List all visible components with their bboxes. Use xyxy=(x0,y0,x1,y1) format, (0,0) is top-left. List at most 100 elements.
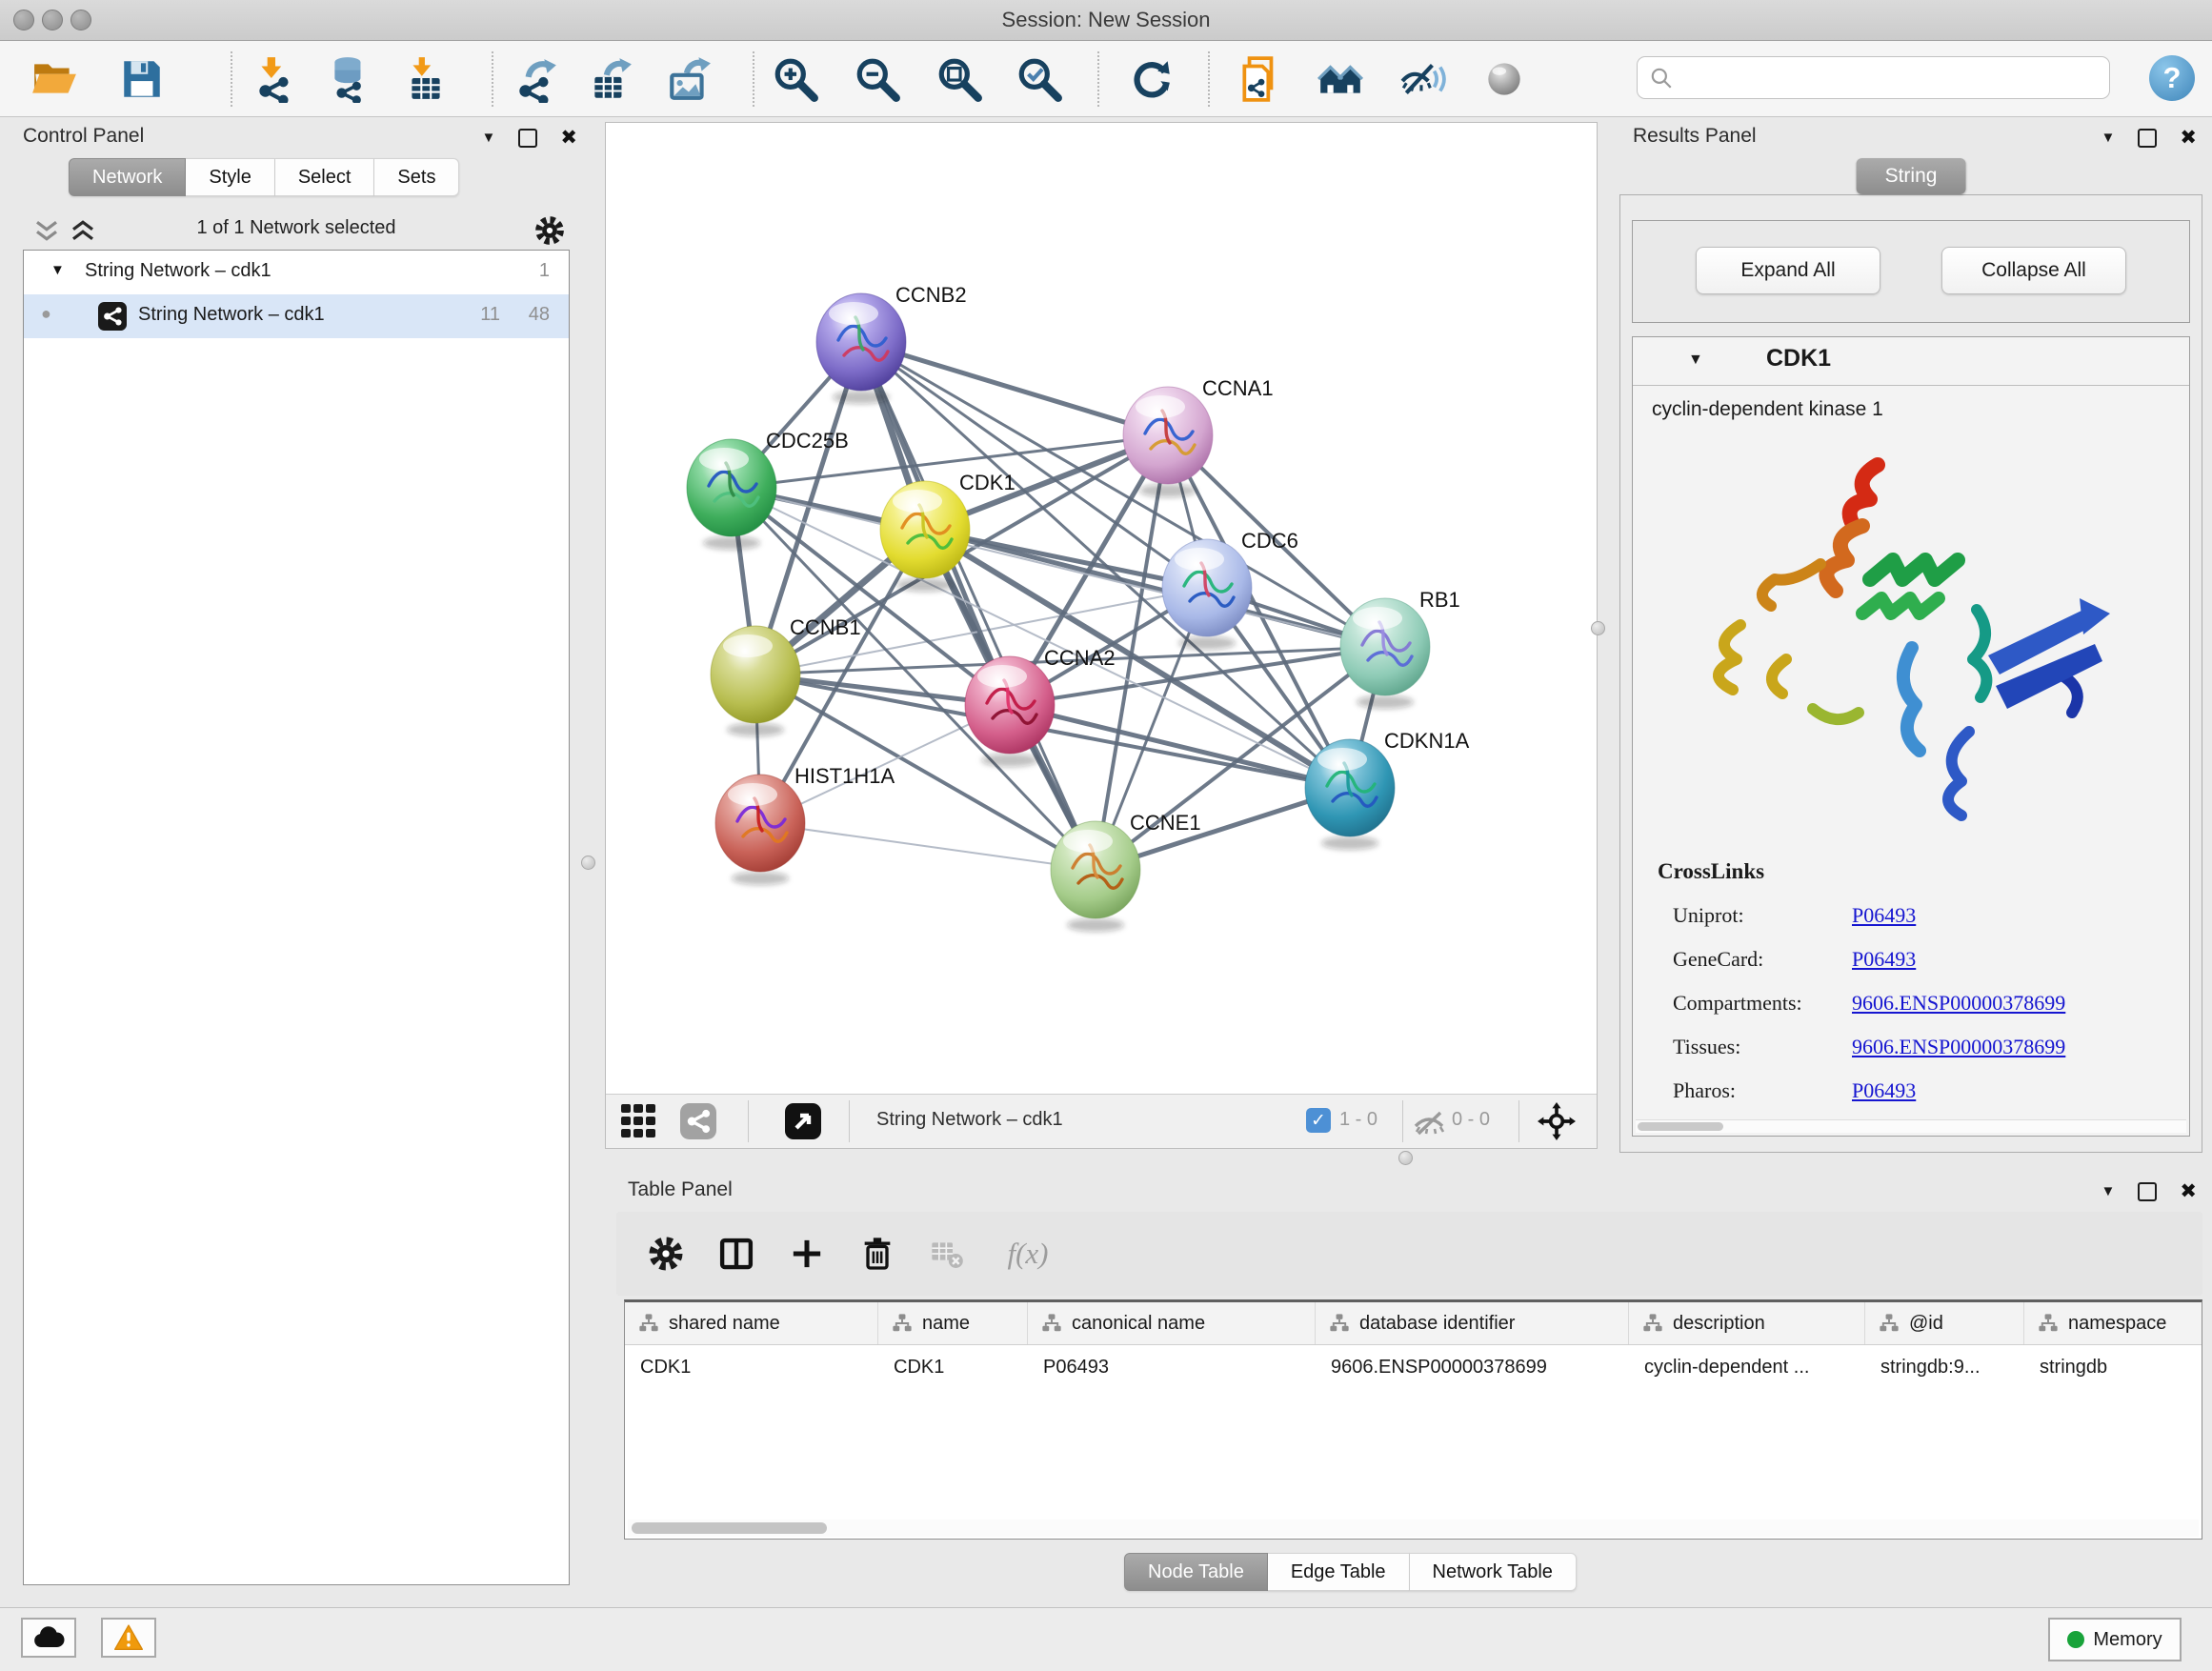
network-collection-row[interactable]: ▼ String Network – cdk1 1 xyxy=(24,251,569,294)
horizontal-splitter-handle[interactable] xyxy=(1398,1151,1413,1165)
move-crosshair-icon[interactable] xyxy=(1538,1102,1576,1140)
gear-icon[interactable] xyxy=(533,214,566,247)
import-network-button[interactable] xyxy=(250,53,301,105)
network-row-selected[interactable]: ● String Network – cdk1 11 48 xyxy=(24,294,569,338)
network-badge-button[interactable] xyxy=(680,1103,716,1139)
network-node-CCNB2[interactable]: CCNB2 xyxy=(816,283,967,404)
network-edge[interactable] xyxy=(861,342,1096,870)
crosslink-value-link[interactable]: P06493 xyxy=(1852,903,1916,928)
panel-close-icon[interactable]: ✖ xyxy=(2180,126,2197,150)
tab-network[interactable]: Network xyxy=(69,158,186,196)
section-collapse-icon[interactable]: ▼ xyxy=(1688,352,1703,369)
vertical-splitter-handle[interactable] xyxy=(1591,621,1605,635)
panel-close-icon[interactable]: ✖ xyxy=(2180,1179,2197,1203)
import-table-button[interactable] xyxy=(400,53,452,105)
cloud-button[interactable] xyxy=(21,1618,76,1658)
delete-column-button[interactable] xyxy=(853,1229,902,1278)
birds-eye-view-button[interactable] xyxy=(785,1103,821,1139)
home-networks-button[interactable] xyxy=(1315,53,1366,105)
table-row[interactable]: CDK1CDK1P064939606.ENSP00000378699cyclin… xyxy=(625,1345,2202,1389)
table-cell[interactable]: CDK1 xyxy=(878,1345,1028,1389)
warnings-button[interactable] xyxy=(101,1618,156,1658)
network-node-CDKN1A[interactable]: CDKN1A xyxy=(1305,729,1470,850)
tree-expand-icon[interactable]: ▼ xyxy=(50,262,65,278)
scrollbar-thumb[interactable] xyxy=(1638,1122,1723,1131)
column-header-namespace[interactable]: namespace xyxy=(2024,1302,2202,1344)
show-columns-button[interactable] xyxy=(712,1229,761,1278)
tab-network-table[interactable]: Network Table xyxy=(1410,1553,1577,1591)
column-header-shared-name[interactable]: shared name xyxy=(625,1302,878,1344)
table-horizontal-scrollbar[interactable] xyxy=(628,1520,2199,1537)
collapse-all-button[interactable]: Collapse All xyxy=(1941,247,2126,294)
panel-float-icon[interactable] xyxy=(518,129,537,148)
table-cell[interactable]: cyclin-dependent ... xyxy=(1629,1345,1865,1389)
tab-node-table[interactable]: Node Table xyxy=(1124,1553,1268,1591)
crosslink-value-link[interactable]: 9606.ENSP00000378699 xyxy=(1852,991,2065,1016)
network-node-HIST1H1A[interactable]: HIST1H1A xyxy=(715,764,895,885)
network-node-RB1[interactable]: RB1 xyxy=(1340,588,1460,709)
selected-nodes-checkbox[interactable]: ✓ xyxy=(1306,1108,1331,1133)
table-cell[interactable]: P06493 xyxy=(1028,1345,1316,1389)
open-session-button[interactable] xyxy=(29,53,80,105)
save-session-button[interactable] xyxy=(116,53,168,105)
panel-float-icon[interactable] xyxy=(2138,1182,2157,1201)
column-header-@id[interactable]: @id xyxy=(1865,1302,2024,1344)
panel-collapse-icon[interactable]: ▼ xyxy=(2101,130,2116,146)
zoom-out-button[interactable] xyxy=(852,53,903,105)
column-header-description[interactable]: description xyxy=(1629,1302,1865,1344)
delete-table-button[interactable] xyxy=(923,1229,973,1278)
table-settings-button[interactable] xyxy=(641,1229,691,1278)
table-cell[interactable]: CDK1 xyxy=(625,1345,878,1389)
export-image-button[interactable] xyxy=(663,53,714,105)
help-button[interactable]: ? xyxy=(2149,55,2195,101)
network-graph[interactable]: CCNB2CCNA1CDC25BCDK1CDC6RB1CCNB1CCNA2CDK… xyxy=(606,123,1597,1095)
panel-float-icon[interactable] xyxy=(2138,129,2157,148)
network-node-CCNA1[interactable]: CCNA1 xyxy=(1123,376,1274,497)
crosslink-value-link[interactable]: P06493 xyxy=(1852,1078,1916,1103)
network-node-CCNE1[interactable]: CCNE1 xyxy=(1051,811,1201,932)
results-scrollbar[interactable] xyxy=(1636,1119,2186,1133)
network-edge[interactable] xyxy=(861,342,1168,435)
network-node-CCNA2[interactable]: CCNA2 xyxy=(965,646,1116,767)
network-node-CCNB1[interactable]: CCNB1 xyxy=(711,615,861,736)
column-header-name[interactable]: name xyxy=(878,1302,1028,1344)
hide-graphics-details-button[interactable] xyxy=(1397,53,1448,105)
table-cell[interactable]: 9606.ENSP00000378699 xyxy=(1316,1345,1629,1389)
panel-collapse-icon[interactable]: ▼ xyxy=(482,130,496,146)
crosslink-value-link[interactable]: 9606.ENSP00000378699 xyxy=(1852,1035,2065,1059)
column-header-canonical-name[interactable]: canonical name xyxy=(1028,1302,1316,1344)
network-view[interactable]: CCNB2CCNA1CDC25BCDK1CDC6RB1CCNB1CCNA2CDK… xyxy=(605,122,1598,1149)
table-cell[interactable]: stringdb xyxy=(2024,1345,2202,1389)
search-input[interactable] xyxy=(1681,66,2109,90)
apply-layout-button[interactable] xyxy=(1126,53,1177,105)
scrollbar-thumb[interactable] xyxy=(632,1522,827,1534)
grid-view-button[interactable] xyxy=(620,1103,656,1139)
zoom-in-button[interactable] xyxy=(770,53,821,105)
tab-style[interactable]: Style xyxy=(186,158,274,196)
show-graphics-details-button[interactable] xyxy=(1478,53,1530,105)
tab-string[interactable]: String xyxy=(1857,158,1966,194)
tab-select[interactable]: Select xyxy=(275,158,375,196)
vertical-splitter-handle[interactable] xyxy=(581,856,595,870)
crosslink-value-link[interactable]: P06493 xyxy=(1852,947,1916,972)
column-header-database-identifier[interactable]: database identifier xyxy=(1316,1302,1629,1344)
network-node-CDC25B[interactable]: CDC25B xyxy=(687,429,849,550)
network-from-document-button[interactable] xyxy=(1235,53,1286,105)
export-network-button[interactable] xyxy=(511,53,562,105)
network-edge[interactable] xyxy=(760,823,1096,870)
table-cell[interactable]: stringdb:9... xyxy=(1865,1345,2024,1389)
zoom-selected-button[interactable] xyxy=(1014,53,1065,105)
import-network-from-database-button[interactable] xyxy=(324,53,375,105)
node-table[interactable]: shared namenamecanonical namedatabase id… xyxy=(624,1299,2202,1540)
tab-sets[interactable]: Sets xyxy=(374,158,459,196)
export-table-button[interactable] xyxy=(585,53,636,105)
tab-edge-table[interactable]: Edge Table xyxy=(1268,1553,1410,1591)
create-column-button[interactable] xyxy=(782,1229,832,1278)
hidden-eye-icon[interactable] xyxy=(1412,1108,1446,1137)
panel-collapse-icon[interactable]: ▼ xyxy=(2101,1183,2116,1199)
network-node-CDC6[interactable]: CDC6 xyxy=(1162,529,1298,650)
zoom-fit-button[interactable] xyxy=(934,53,985,105)
function-builder-button[interactable]: f(x) xyxy=(990,1229,1066,1278)
memory-button[interactable]: Memory xyxy=(2048,1618,2182,1661)
panel-close-icon[interactable]: ✖ xyxy=(560,126,577,150)
